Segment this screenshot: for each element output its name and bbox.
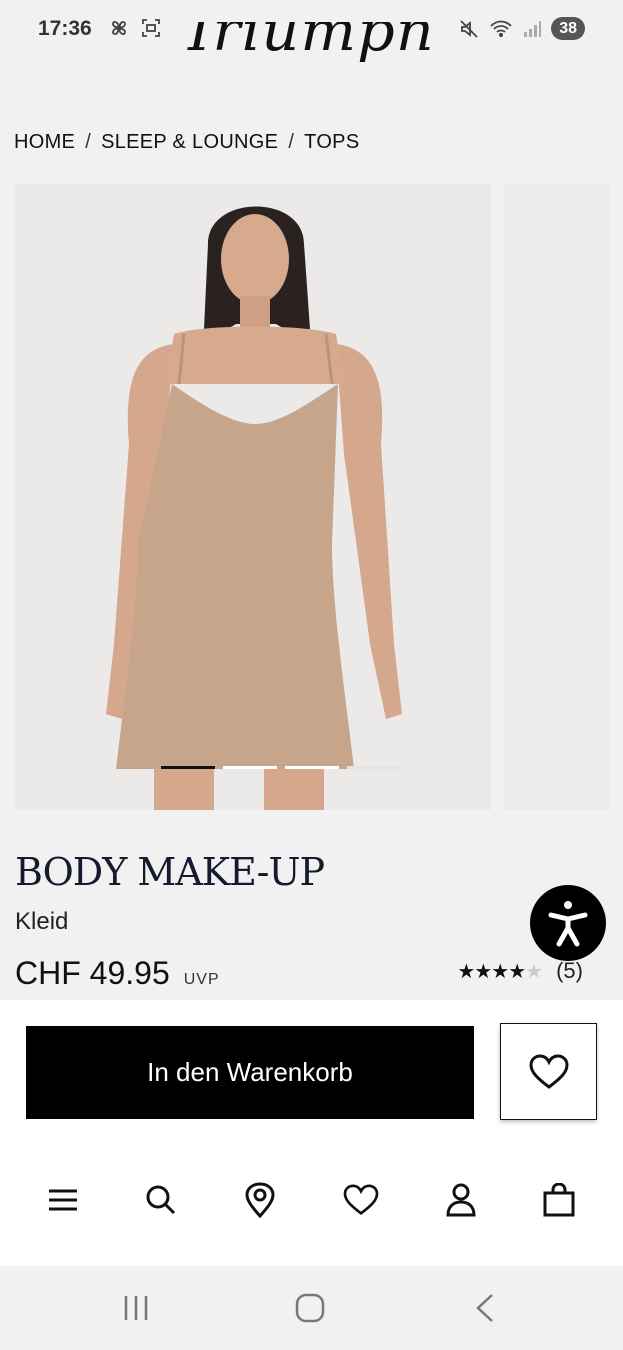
star-icon: ★ <box>457 960 475 983</box>
bottom-nav <box>0 1170 623 1230</box>
breadcrumb: HOME / SLEEP & LOUNGE / TOPS <box>14 131 359 154</box>
star-half-icon: ★ <box>525 960 543 983</box>
gallery-dot[interactable] <box>223 766 277 769</box>
gallery-dot[interactable] <box>161 766 215 769</box>
price-note: UVP <box>183 971 220 988</box>
nav-menu[interactable] <box>38 1170 88 1230</box>
nav-search[interactable] <box>136 1170 186 1230</box>
recents-icon <box>124 1296 148 1320</box>
heart-icon <box>343 1184 379 1216</box>
breadcrumb-sleep-lounge[interactable]: SLEEP & LOUNGE <box>101 131 278 154</box>
gallery-dot[interactable] <box>347 766 401 769</box>
bag-icon <box>543 1183 575 1217</box>
heart-icon <box>528 1053 569 1089</box>
nav-stores[interactable] <box>235 1170 285 1230</box>
model-illustration <box>14 184 491 810</box>
system-recents-button[interactable] <box>116 1288 156 1328</box>
system-back-button[interactable] <box>465 1288 505 1328</box>
home-icon <box>295 1293 325 1323</box>
breadcrumb-tops[interactable]: TOPS <box>304 131 359 154</box>
star-icon: ★ <box>508 960 526 983</box>
product-type: Kleid <box>15 908 69 935</box>
user-icon <box>446 1183 476 1217</box>
nav-wishlist[interactable] <box>336 1170 386 1230</box>
brand-logo[interactable]: Iriumpn <box>0 22 623 102</box>
wishlist-button[interactable] <box>500 1023 597 1120</box>
star-icon: ★ <box>474 960 492 983</box>
breadcrumb-separator: / <box>85 131 92 153</box>
system-home-button[interactable] <box>290 1288 330 1328</box>
product-brand: BODY MAKE-UP <box>15 850 325 894</box>
breadcrumb-home[interactable]: HOME <box>14 131 75 154</box>
rating-stars: ★★★★★ <box>457 959 543 984</box>
accessibility-icon <box>548 901 588 947</box>
nav-cart[interactable] <box>534 1170 584 1230</box>
gallery-dot[interactable] <box>285 766 339 769</box>
product-gallery[interactable] <box>14 184 623 810</box>
breadcrumb-separator: / <box>288 131 295 153</box>
review-count[interactable]: (5) <box>556 958 583 984</box>
nav-account[interactable] <box>436 1170 486 1230</box>
product-price: CHF 49.95 <box>15 955 170 991</box>
next-product-photo[interactable] <box>504 184 609 810</box>
system-nav-bar <box>0 1266 623 1350</box>
product-photo[interactable] <box>14 184 491 810</box>
menu-icon <box>49 1189 77 1211</box>
search-icon <box>146 1185 176 1215</box>
price-row: CHF 49.95 UVP <box>15 955 220 992</box>
add-to-cart-button[interactable]: In den Warenkorb <box>26 1026 474 1119</box>
accessibility-button[interactable] <box>530 885 606 961</box>
product-rating[interactable]: ★★★★★ (5) <box>457 958 583 984</box>
gallery-indicator <box>161 766 401 769</box>
back-icon <box>476 1294 493 1322</box>
location-icon <box>245 1182 275 1218</box>
star-icon: ★ <box>491 960 509 983</box>
bottom-panel: In den Warenkorb <box>0 1000 623 1266</box>
